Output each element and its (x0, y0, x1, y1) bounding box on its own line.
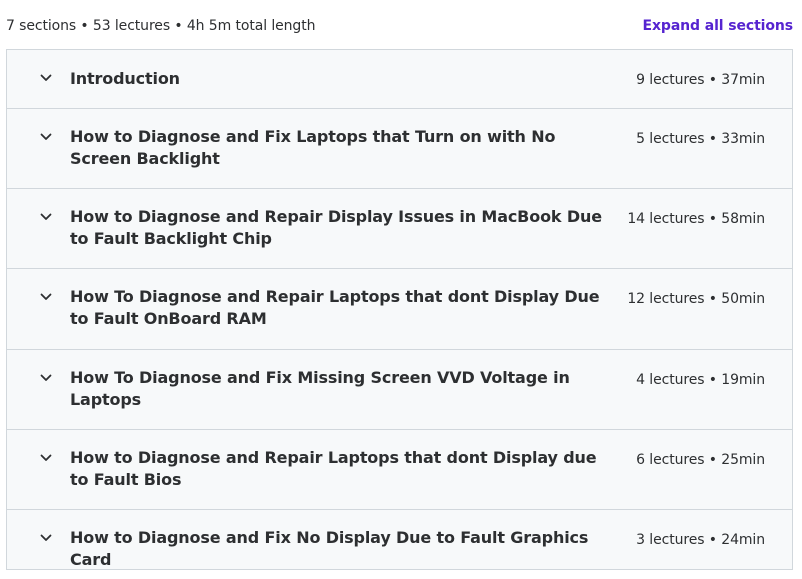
section-meta: 12 lectures • 50min (627, 291, 765, 307)
section-meta: 9 lectures • 37min (636, 72, 765, 88)
section-panel[interactable]: How to Diagnose and Repair Display Issue… (7, 189, 792, 269)
section-meta: 14 lectures • 58min (627, 211, 765, 227)
section-panel[interactable]: How to Diagnose and Fix Laptops that Tur… (7, 109, 792, 189)
section-meta: 6 lectures • 25min (636, 452, 765, 468)
section-title: How to Diagnose and Fix Laptops that Tur… (70, 127, 556, 168)
section-title: How to Diagnose and Fix No Display Due t… (70, 528, 589, 569)
section-panel[interactable]: How To Diagnose and Repair Laptops that … (7, 269, 792, 350)
section-panel[interactable]: How to Diagnose and Fix No Display Due t… (7, 510, 792, 569)
chevron-down-icon (39, 451, 53, 465)
section-title: How To Diagnose and Repair Laptops that … (70, 287, 600, 328)
section-title: How to Diagnose and Repair Display Issue… (70, 207, 602, 248)
expand-all-sections-button[interactable]: Expand all sections (643, 17, 794, 35)
curriculum-header: 7 sections • 53 lectures • 4h 5m total l… (0, 0, 802, 50)
section-meta: 5 lectures • 33min (636, 131, 765, 147)
curriculum-accordion: Introduction 9 lectures • 37min How to D… (6, 49, 793, 570)
chevron-down-icon (39, 210, 53, 224)
section-title: Introduction (70, 69, 180, 88)
chevron-down-icon (39, 371, 53, 385)
section-title: How To Diagnose and Fix Missing Screen V… (70, 368, 570, 409)
section-panel[interactable]: How to Diagnose and Repair Laptops that … (7, 430, 792, 510)
section-meta: 3 lectures • 24min (636, 532, 765, 548)
section-panel[interactable]: Introduction 9 lectures • 37min (7, 50, 792, 109)
section-panel[interactable]: How To Diagnose and Fix Missing Screen V… (7, 350, 792, 430)
section-title: How to Diagnose and Repair Laptops that … (70, 448, 597, 489)
curriculum-summary: 7 sections • 53 lectures • 4h 5m total l… (6, 18, 316, 34)
chevron-down-icon (39, 130, 53, 144)
chevron-down-icon (39, 290, 53, 304)
chevron-down-icon (39, 71, 53, 85)
chevron-down-icon (39, 531, 53, 545)
section-meta: 4 lectures • 19min (636, 372, 765, 388)
